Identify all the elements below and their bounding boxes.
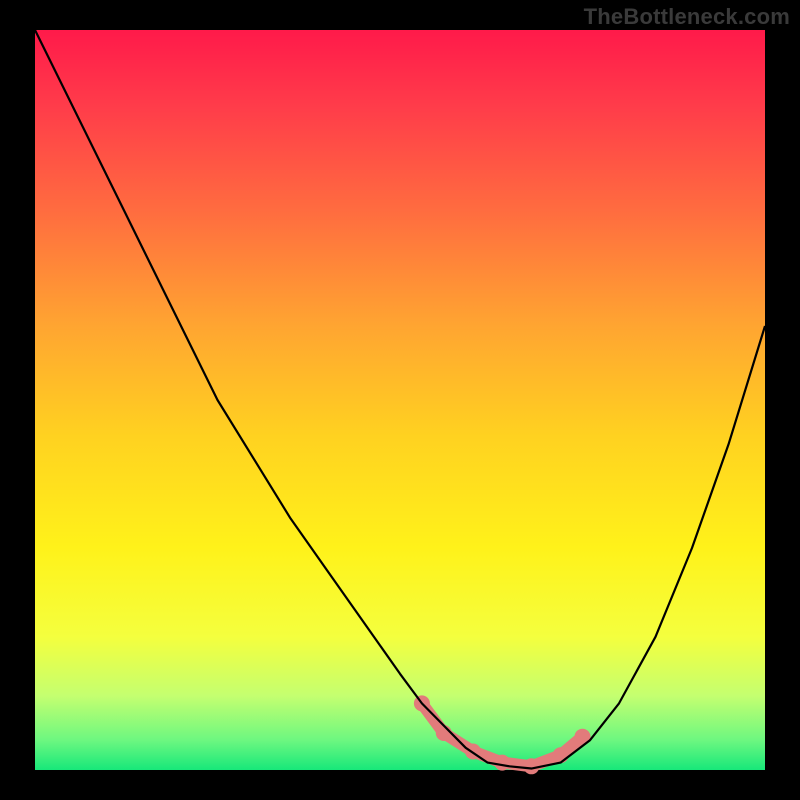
optimal-dot [494, 755, 510, 771]
watermark-text: TheBottleneck.com [584, 4, 790, 30]
optimal-dot [436, 725, 452, 741]
chart-background [35, 30, 765, 770]
optimal-dot [553, 747, 569, 763]
bottleneck-chart [0, 0, 800, 800]
